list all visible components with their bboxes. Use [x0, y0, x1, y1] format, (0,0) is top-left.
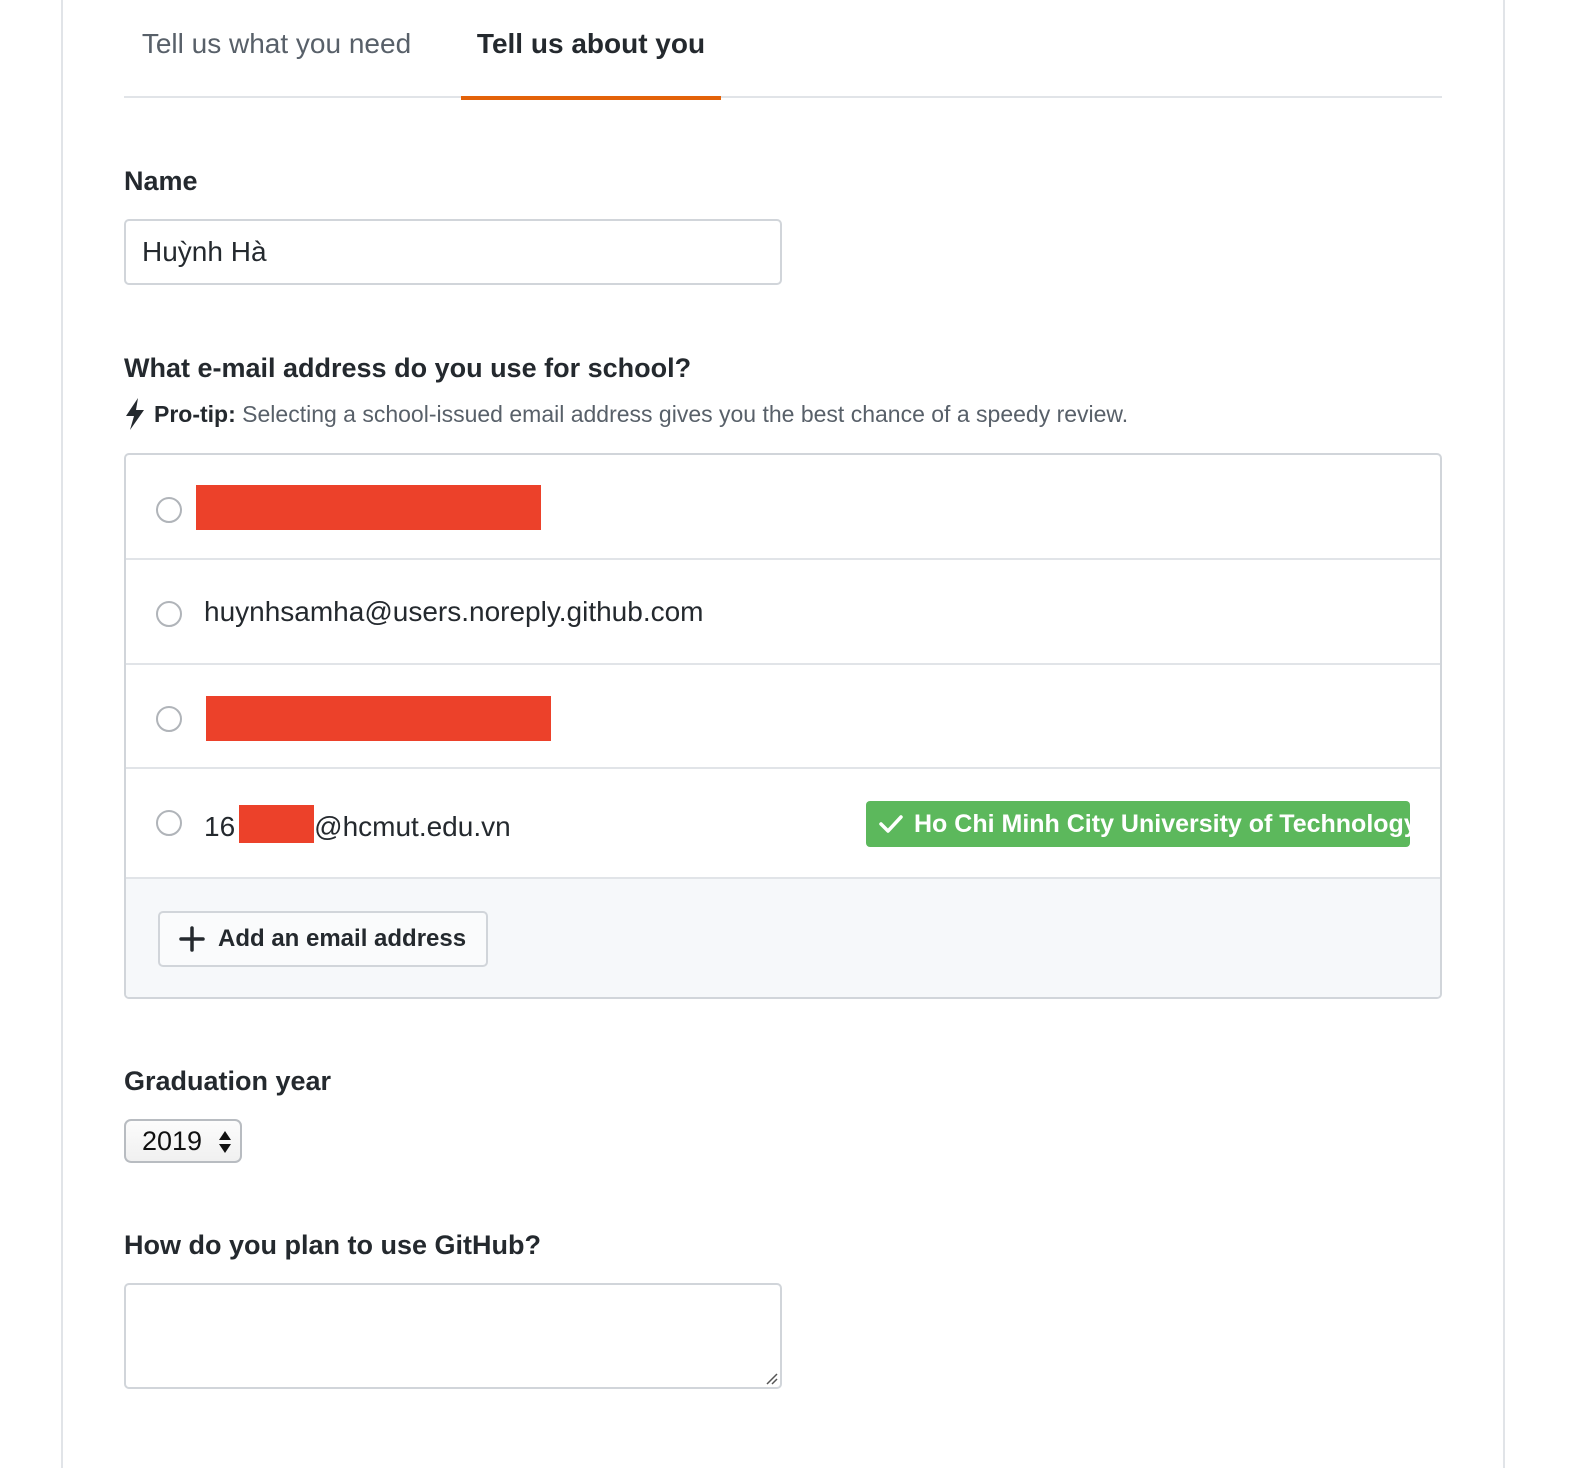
name-input[interactable]: Huỳnh Hà — [124, 219, 782, 285]
name-label: Name — [124, 166, 198, 196]
email-label: What e-mail address do you use for schoo… — [124, 353, 692, 383]
verified-school-badge: Ho Chi Minh City University of Technolog… — [866, 801, 1418, 847]
email-option-2[interactable]: huynhsamha@users.noreply.github.com — [126, 560, 1440, 665]
email-option-4[interactable]: 16 @hcmut.edu.vn Ho Chi Minh City Univers… — [126, 769, 1440, 879]
graduation-year-select[interactable]: 2019 — [124, 1119, 242, 1163]
tab-tell-us-what-you-need[interactable]: Tell us what you need — [124, 0, 429, 98]
select-arrows-icon — [219, 1131, 231, 1153]
pro-tip: Pro-tip: Selecting a school-issued email… — [124, 398, 1128, 430]
checkmark-icon — [879, 815, 903, 833]
usage-label: How do you plan to use GitHub? — [124, 1230, 541, 1260]
tab-tell-us-about-you[interactable]: Tell us about you — [461, 0, 721, 100]
usage-textarea[interactable] — [124, 1283, 782, 1389]
graduation-year-label: Graduation year — [124, 1066, 332, 1096]
add-email-label: Add an email address — [218, 925, 467, 952]
redacted-email-3 — [206, 696, 551, 741]
pro-tip-bold: Pro-tip: — [154, 401, 236, 427]
graduation-year-value: 2019 — [142, 1126, 203, 1156]
email-radio-1[interactable] — [156, 497, 182, 523]
email-option-3[interactable] — [126, 665, 1440, 769]
email-option-1[interactable] — [126, 455, 1440, 560]
tab-bar: Tell us what you need Tell us about you — [124, 0, 1442, 100]
email-radio-3[interactable] — [156, 706, 182, 732]
plus-icon — [179, 926, 205, 952]
email-radio-4[interactable] — [156, 810, 182, 836]
email-prefix: 16 — [204, 811, 236, 842]
redacted-email-1 — [196, 485, 541, 530]
pro-tip-text: Selecting a school-issued email address … — [235, 401, 1129, 427]
school-name: Ho Chi Minh City University of Technolog… — [914, 810, 1418, 838]
email-radio-2[interactable] — [156, 601, 182, 627]
resize-grip-icon[interactable] — [764, 1371, 778, 1385]
add-email-footer: Add an email address — [126, 879, 1440, 997]
redacted-email-local-part — [239, 805, 315, 843]
email-suffix: @hcmut.edu.vn — [314, 811, 511, 842]
add-email-button[interactable]: Add an email address — [158, 911, 488, 967]
email-options-list: huynhsamha@users.noreply.github.com 16 @h… — [124, 453, 1442, 999]
email-address-4: 16 @hcmut.edu.vn — [204, 805, 511, 843]
lightning-bolt-icon — [126, 398, 144, 430]
email-address-2: huynhsamha@users.noreply.github.com — [204, 596, 704, 627]
